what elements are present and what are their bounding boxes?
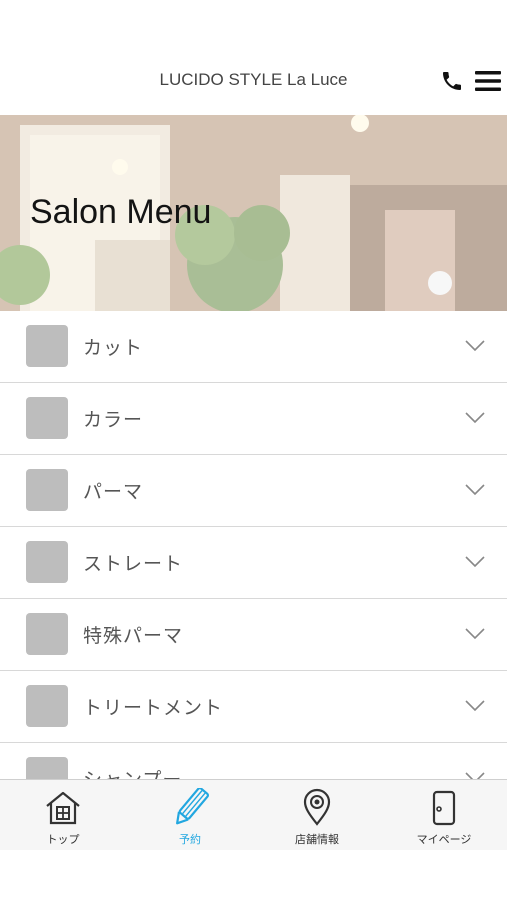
chevron-down-icon	[465, 484, 485, 496]
menu-item-straight[interactable]: ストレート	[0, 527, 507, 599]
menu-thumbnail	[26, 757, 68, 779]
menu-item-label: ストレート	[83, 553, 184, 575]
map-pin-icon	[303, 788, 331, 826]
menu-item-treatment[interactable]: トリートメント	[0, 671, 507, 743]
menu-item-label: 特殊パーマ	[83, 625, 184, 647]
menu-item-label: シャンプー	[83, 765, 182, 779]
chevron-down-icon	[465, 412, 485, 424]
menu-item-label: カット	[83, 337, 144, 359]
menu-item-cut[interactable]: カット	[0, 311, 507, 383]
tab-reservation[interactable]: 予約	[127, 780, 253, 850]
chevron-down-icon	[465, 556, 485, 568]
menu-thumbnail	[26, 541, 68, 583]
chevron-down-icon	[465, 772, 485, 779]
menu-thumbnail	[26, 469, 68, 511]
chevron-down-icon	[465, 700, 485, 712]
menu-item-label: トリートメント	[83, 697, 224, 719]
app-header: LUCIDO STYLE La Luce	[0, 45, 507, 116]
tab-mypage[interactable]: マイページ	[381, 780, 507, 850]
tab-store-info[interactable]: 店舗情報	[254, 780, 380, 850]
tab-label: 店舗情報	[295, 833, 339, 846]
door-icon	[432, 790, 456, 826]
pencil-icon	[176, 788, 210, 825]
menu-list: カット カラー パーマ ストレート 特殊パーマ トリートメント シャンプー	[0, 311, 507, 779]
menu-item-label: パーマ	[83, 481, 144, 503]
menu-thumbnail	[26, 397, 68, 439]
menu-item-perm[interactable]: パーマ	[0, 455, 507, 527]
hero-banner: Salon Menu	[0, 115, 507, 311]
hamburger-menu-icon[interactable]	[475, 71, 501, 91]
menu-item-label: カラー	[83, 409, 144, 431]
menu-item-shampoo[interactable]: シャンプー	[0, 743, 507, 779]
tab-top[interactable]: トップ	[0, 780, 126, 850]
shop-name: LUCIDO STYLE La Luce	[159, 70, 348, 89]
bottom-tab-bar: トップ 予約 店舗情報 マイページ	[0, 779, 507, 850]
menu-item-special-perm[interactable]: 特殊パーマ	[0, 599, 507, 671]
chevron-down-icon	[465, 628, 485, 640]
tab-label: 予約	[179, 833, 201, 846]
phone-icon[interactable]	[440, 69, 464, 93]
tab-label: トップ	[46, 833, 80, 846]
home-icon	[46, 791, 80, 825]
chevron-down-icon	[465, 340, 485, 352]
menu-thumbnail	[26, 325, 68, 367]
menu-thumbnail	[26, 685, 68, 727]
menu-item-color[interactable]: カラー	[0, 383, 507, 455]
tab-label: マイページ	[416, 833, 472, 846]
page-title: Salon Menu	[30, 193, 212, 231]
menu-thumbnail	[26, 613, 68, 655]
